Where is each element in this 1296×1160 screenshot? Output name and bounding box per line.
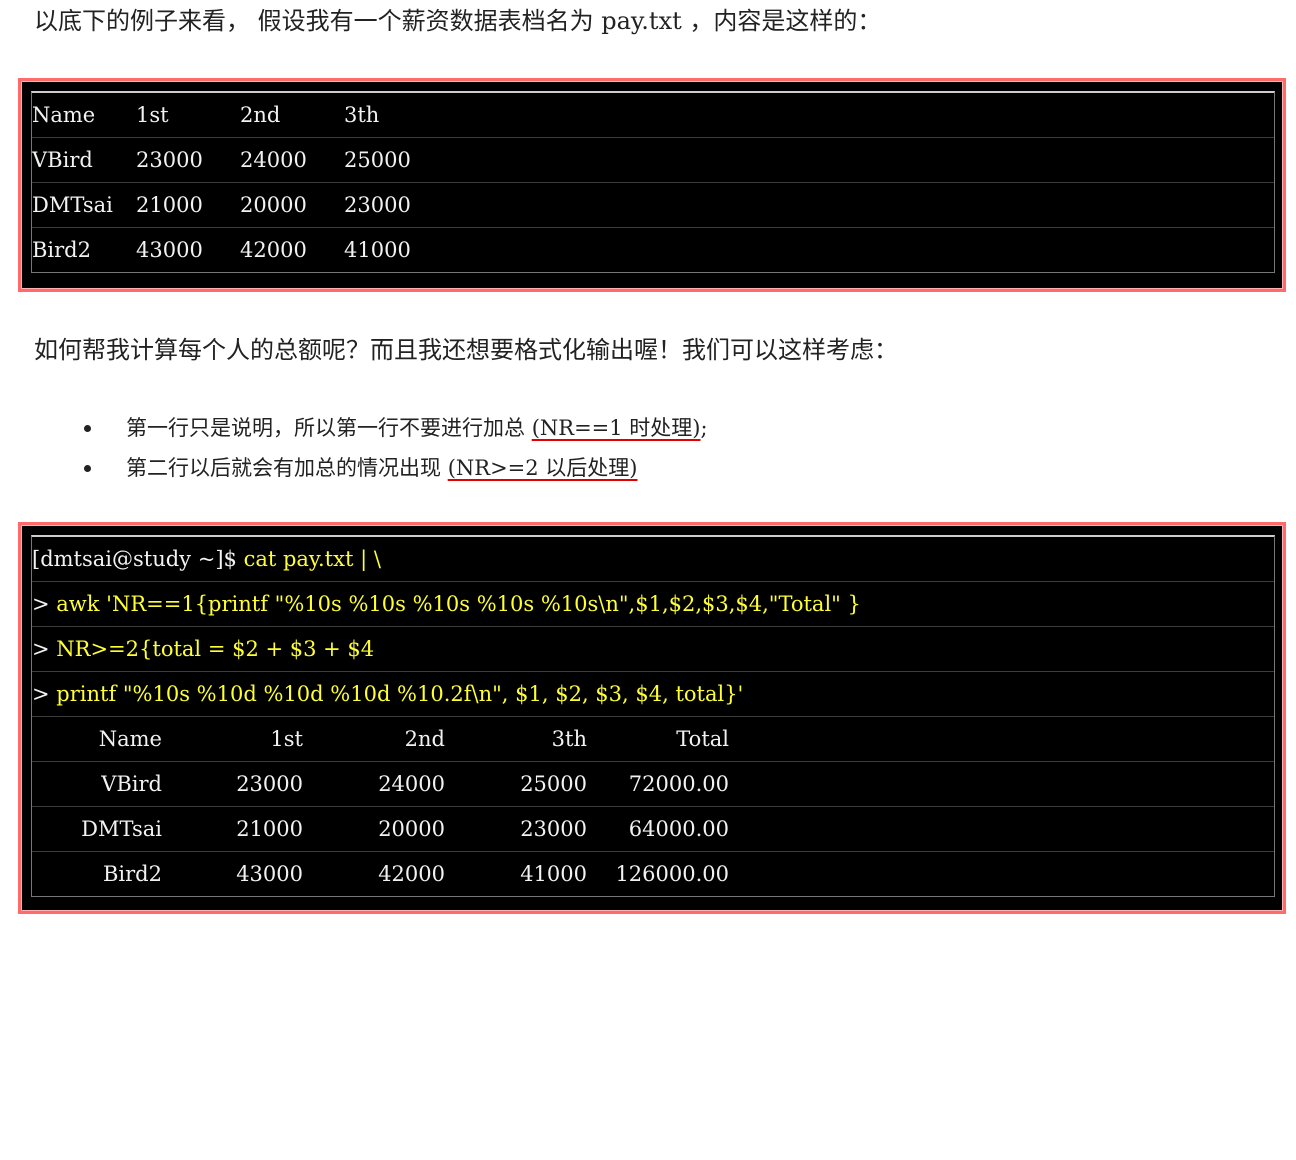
- output-cell: 20000: [378, 817, 445, 841]
- continuation-prompt: >: [32, 592, 57, 616]
- output-cell: VBird: [101, 772, 162, 796]
- output-row: Bird2 43000 42000 41000 126000.00: [32, 852, 1274, 896]
- file-cell: VBird: [32, 148, 93, 172]
- output-cell: Bird2: [103, 862, 162, 886]
- output-cell: DMTsai: [81, 817, 162, 841]
- continuation-prompt: >: [32, 682, 57, 706]
- shell-prompt: [dmtsai@study ~]$: [32, 547, 244, 571]
- list-item-suffix: ;: [700, 416, 708, 440]
- command-text: awk 'NR==1{printf "%10s %10s %10s %10s %…: [56, 592, 861, 616]
- intro-paragraph: 以底下的例子来看， 假设我有一个薪资数据表档名为 pay.txt ，内容是这样的…: [34, 7, 882, 35]
- output-cell: 41000: [520, 862, 587, 886]
- file-cell: 21000: [136, 193, 203, 217]
- file-cell: DMTsai: [32, 193, 113, 217]
- file-cell: 41000: [344, 238, 411, 262]
- file-content-box: Name 1st 2nd 3th VBird 23000 24000 25000…: [18, 78, 1286, 292]
- file-cell: 2nd: [240, 103, 281, 127]
- continuation-prompt: >: [32, 637, 57, 661]
- file-cell: 23000: [136, 148, 203, 172]
- file-row: VBird 23000 24000 25000: [32, 138, 1274, 183]
- command-line: > awk 'NR==1{printf "%10s %10s %10s %10s…: [32, 582, 1274, 627]
- file-cell: 1st: [136, 103, 169, 127]
- output-cell: 23000: [236, 772, 303, 796]
- consideration-list: 第一行只是说明，所以第一行不要进行加总 (NR==1 时处理); 第二行以后就会…: [78, 408, 708, 488]
- list-item-text: 第二行以后就会有加总的情况出现: [126, 456, 448, 480]
- output-cell: 2nd: [404, 727, 445, 751]
- file-cell: 23000: [344, 193, 411, 217]
- output-cell: 43000: [236, 862, 303, 886]
- list-item-text: 第一行只是说明，所以第一行不要进行加总: [126, 416, 532, 440]
- command-text: NR>=2{total = $2 + $3 + $4: [56, 637, 375, 661]
- output-cell: 126000.00: [615, 862, 729, 886]
- output-cell: 3th: [551, 727, 587, 751]
- file-cell: 24000: [240, 148, 307, 172]
- bullet-icon: [84, 465, 91, 472]
- command-line: > printf "%10s %10d %10d %10d %10.2f\n",…: [32, 672, 1274, 717]
- list-item: 第二行以后就会有加总的情况出现 (NR>=2 以后处理): [78, 448, 708, 488]
- nr1-link[interactable]: (NR==1 时处理): [532, 416, 701, 440]
- command-text: cat pay.txt | \: [243, 547, 381, 571]
- file-row: Name 1st 2nd 3th: [32, 93, 1274, 138]
- list-item: 第一行只是说明，所以第一行不要进行加总 (NR==1 时处理);: [78, 408, 708, 448]
- file-cell: Name: [32, 103, 96, 127]
- output-cell: 23000: [520, 817, 587, 841]
- command-line: > NR>=2{total = $2 + $3 + $4: [32, 627, 1274, 672]
- output-cell: 1st: [270, 727, 303, 751]
- file-cell: 20000: [240, 193, 307, 217]
- output-cell: 21000: [236, 817, 303, 841]
- bullet-icon: [84, 425, 91, 432]
- output-cell: 72000.00: [628, 772, 729, 796]
- output-cell: Name: [98, 727, 162, 751]
- output-cell: 24000: [378, 772, 445, 796]
- terminal-box: [dmtsai@study ~]$ cat pay.txt | \ > awk …: [18, 522, 1286, 914]
- file-cell: 43000: [136, 238, 203, 262]
- output-row: DMTsai 21000 20000 23000 64000.00: [32, 807, 1274, 852]
- file-row: DMTsai 21000 20000 23000: [32, 183, 1274, 228]
- output-cell: 42000: [378, 862, 445, 886]
- file-cell: Bird2: [32, 238, 91, 262]
- question-paragraph: 如何帮我计算每个人的总额呢？而且我还想要格式化输出喔！我们可以这样考虑：: [34, 336, 898, 364]
- file-cell: 25000: [344, 148, 411, 172]
- command-line: [dmtsai@study ~]$ cat pay.txt | \: [32, 537, 1274, 582]
- command-text: printf "%10s %10d %10d %10d %10.2f\n", $…: [56, 682, 744, 706]
- output-cell: 64000.00: [628, 817, 729, 841]
- output-cell: Total: [676, 727, 729, 751]
- file-cell: 42000: [240, 238, 307, 262]
- file-cell: 3th: [344, 103, 380, 127]
- output-row: Name 1st 2nd 3th Total: [32, 717, 1274, 762]
- nr2-link[interactable]: (NR>=2 以后处理): [448, 456, 638, 480]
- output-row: VBird 23000 24000 25000 72000.00: [32, 762, 1274, 807]
- output-cell: 25000: [520, 772, 587, 796]
- file-row: Bird2 43000 42000 41000: [32, 228, 1274, 272]
